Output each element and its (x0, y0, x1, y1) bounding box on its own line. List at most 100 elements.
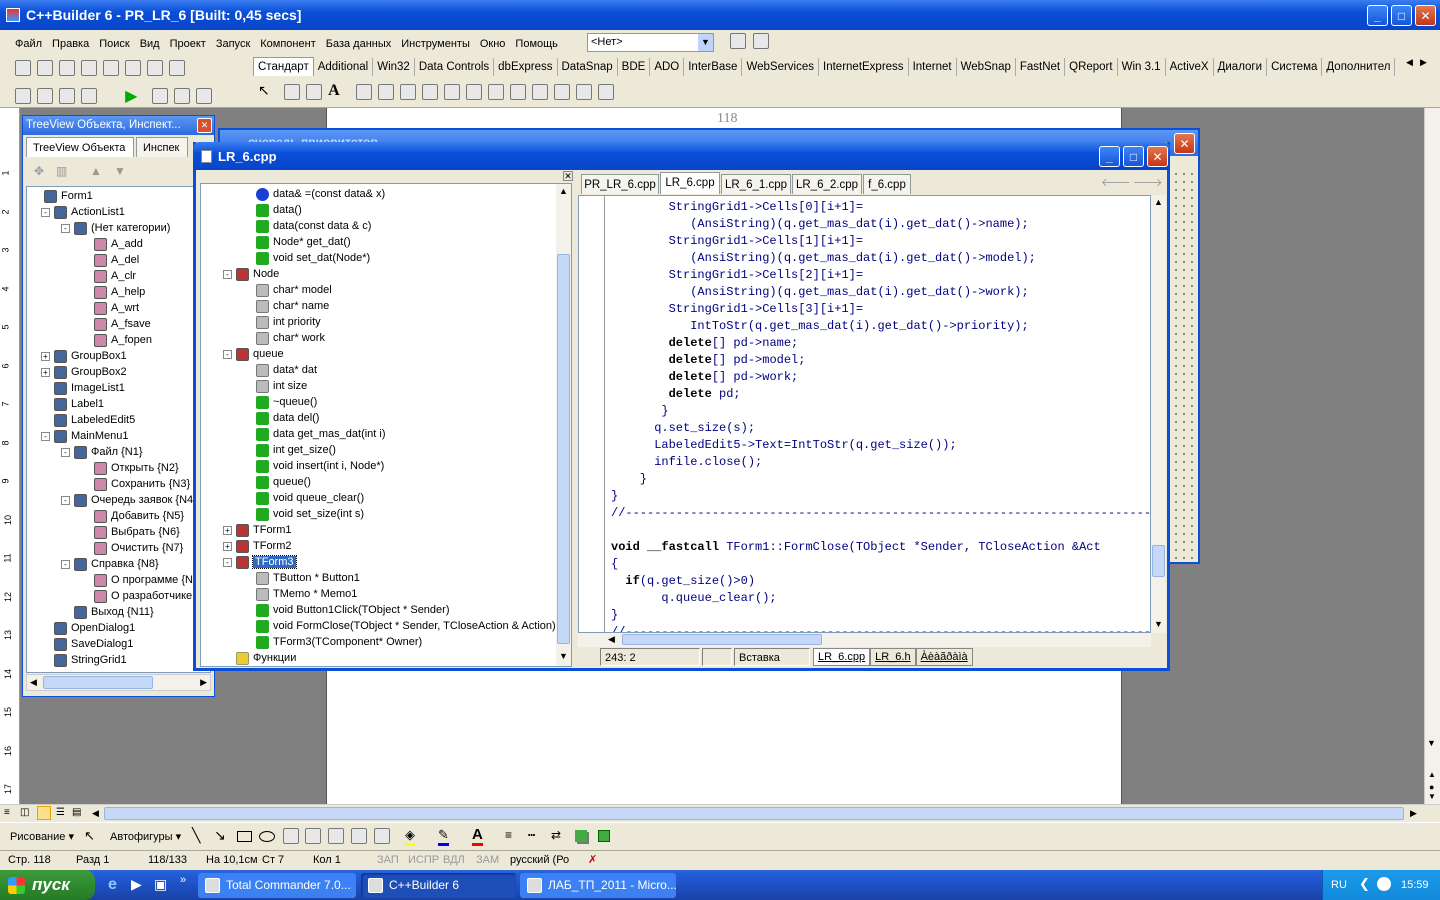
groupbox-icon[interactable] (532, 84, 549, 101)
tree-item[interactable]: + GroupBox1 (41, 348, 127, 364)
ce-scroll-down-icon[interactable]: ▼ (559, 651, 568, 661)
trace-into-icon[interactable] (174, 88, 191, 104)
dash-style-icon[interactable]: ┅ (528, 828, 535, 842)
expand-icon[interactable]: + (41, 351, 50, 361)
collapse-icon[interactable]: - (223, 269, 232, 279)
properties-icon[interactable]: ▥ (56, 164, 67, 178)
class-explorer-close-icon[interactable]: ✕ (563, 171, 573, 181)
run-icon[interactable]: ▶ (125, 86, 137, 106)
line-style-icon[interactable]: ≡ (505, 828, 512, 842)
tree-item[interactable]: - MainMenu1 (41, 428, 128, 444)
palette-scroll-right-icon[interactable]: ▶ (1420, 57, 1427, 68)
quicklaunch-more-icon[interactable]: » (180, 874, 186, 886)
view-unit-icon[interactable] (15, 88, 31, 104)
open-icon[interactable] (37, 60, 53, 76)
tree-item[interactable]: StringGrid1 (41, 652, 127, 668)
palette-tab[interactable]: ADO (650, 58, 685, 76)
collapse-icon[interactable]: - (61, 223, 70, 233)
scroll-left-icon[interactable]: ◀ (92, 808, 99, 819)
expand-icon[interactable]: + (41, 367, 50, 377)
checkbox-icon[interactable] (422, 84, 439, 101)
print-layout-icon[interactable] (37, 806, 51, 820)
code-editor[interactable]: StringGrid1->Cells[0][i+1]= (AnsiString)… (578, 195, 1151, 633)
expand-icon[interactable]: + (223, 525, 232, 535)
scroll-down-icon[interactable]: ▼ (1427, 738, 1436, 748)
class-tree-item[interactable]: - Node (223, 266, 279, 282)
actionlist-icon[interactable] (598, 84, 615, 101)
collapse-icon[interactable]: - (223, 349, 232, 359)
prev-page-icon[interactable]: ▲ (1428, 770, 1436, 779)
tree-item[interactable]: LabeledEdit5 (41, 412, 135, 428)
tree-item[interactable]: A_add (81, 236, 143, 252)
palette-scroll-left-icon[interactable]: ◀ (1406, 57, 1413, 68)
wordart-icon[interactable] (305, 828, 321, 844)
menu-item[interactable]: Компонент (255, 35, 320, 53)
palette-tab[interactable]: Система (1267, 58, 1323, 76)
reading-view-icon[interactable]: ▤ (72, 807, 81, 818)
menu-item[interactable]: Файл (10, 35, 47, 53)
ce-scroll-thumb[interactable] (557, 254, 570, 644)
next-page-icon[interactable]: ▼ (1428, 792, 1436, 801)
show-desktop-icon[interactable]: ▣ (154, 876, 167, 893)
code-hscroll-thumb[interactable] (622, 634, 822, 645)
step-over-icon[interactable] (196, 88, 213, 104)
expand-icon[interactable]: + (223, 541, 232, 551)
start-button[interactable]: пуск (0, 870, 95, 900)
chevron-down-icon[interactable]: ▼ (698, 34, 713, 51)
arrow-icon[interactable]: ↘ (214, 827, 226, 844)
file-tab[interactable]: LR_6.cpp (660, 172, 720, 194)
tree-item[interactable]: - Справка {N8} (61, 556, 159, 572)
tree-item[interactable]: Сохранить {N3} (81, 476, 190, 492)
tree-item[interactable]: A_del (81, 252, 139, 268)
save-all-icon[interactable] (81, 60, 97, 76)
collapse-icon[interactable]: - (61, 559, 70, 569)
minimize-button[interactable]: _ (1367, 5, 1388, 26)
palette-tab[interactable]: Стандарт (253, 57, 314, 76)
code-scroll-up-icon[interactable]: ▲ (1154, 197, 1163, 207)
add-to-project-icon[interactable] (125, 60, 141, 76)
window-list-icon[interactable] (730, 33, 746, 49)
word-horizontal-scrollbar[interactable]: ≡ ◫ ☰ ▤ ◀ ▶ (0, 804, 1440, 822)
tree-item[interactable]: A_wrt (81, 300, 139, 316)
drawing-menu-button[interactable]: Рисование ▾ (10, 830, 74, 843)
class-tree-item[interactable]: void insert(int i, Node*) (243, 458, 384, 474)
class-tree-item[interactable]: void queue_clear() (243, 490, 364, 506)
web-view-icon[interactable]: ◫ (20, 807, 29, 818)
tree-item[interactable]: + GroupBox2 (41, 364, 127, 380)
frames-icon[interactable] (284, 84, 301, 101)
palette-tab[interactable]: QReport (1065, 58, 1118, 76)
tree-item[interactable]: Выход {N11} (61, 604, 154, 620)
class-tree-item[interactable]: data() (243, 202, 302, 218)
editor-close-button[interactable]: ✕ (1147, 146, 1168, 167)
palette-tab[interactable]: Data Controls (415, 58, 495, 76)
tree-item[interactable]: SaveDialog1 (41, 636, 133, 652)
treeview-tree[interactable]: Form1- ActionList1- (Нет категории) A_add A_… (26, 186, 211, 673)
palette-tab[interactable]: Диалоги (1214, 58, 1268, 76)
tray-expand-icon[interactable]: ❮ (1359, 876, 1370, 892)
class-tree-item[interactable]: data& =(const data& x) (243, 186, 385, 202)
editor-title-bar[interactable]: LR_6.cpp _ □ ✕ (193, 142, 1170, 170)
class-tree-item[interactable]: data del() (243, 410, 319, 426)
font-color-icon[interactable]: A (472, 826, 483, 846)
class-tree-item[interactable]: data(const data & c) (243, 218, 371, 234)
tree-item[interactable]: - ActionList1 (41, 204, 125, 220)
tree-item[interactable]: ImageList1 (41, 380, 125, 396)
menu-item[interactable]: Запуск (211, 35, 255, 53)
class-tree-item[interactable]: + TForm2 (223, 538, 292, 554)
class-explorer[interactable]: data& =(const data& x) data() data(const d… (200, 183, 572, 667)
select-objects-icon[interactable]: ↖ (84, 828, 95, 844)
button-icon[interactable] (400, 84, 417, 101)
class-tree-item[interactable]: - TForm3 (223, 554, 297, 570)
palette-tab[interactable]: InterBase (684, 58, 743, 76)
pointer-icon[interactable]: ↖ (258, 82, 278, 99)
treeview-tab[interactable]: Инспек (136, 137, 188, 157)
scrollbar-icon[interactable] (510, 84, 527, 101)
fill-color-icon[interactable]: ◈ (405, 827, 415, 846)
treeview-hscroll[interactable]: ◀ ▶ (26, 674, 211, 691)
tree-item[interactable]: - Файл {N1} (61, 444, 143, 460)
code-scroll-left-icon[interactable]: ◀ (608, 634, 615, 645)
tree-item[interactable]: Form1 (31, 188, 93, 204)
class-tree-item[interactable]: data get_mas_dat(int i) (243, 426, 386, 442)
class-tree-item[interactable]: data* dat (243, 362, 317, 378)
normal-view-icon[interactable]: ≡ (4, 807, 10, 818)
